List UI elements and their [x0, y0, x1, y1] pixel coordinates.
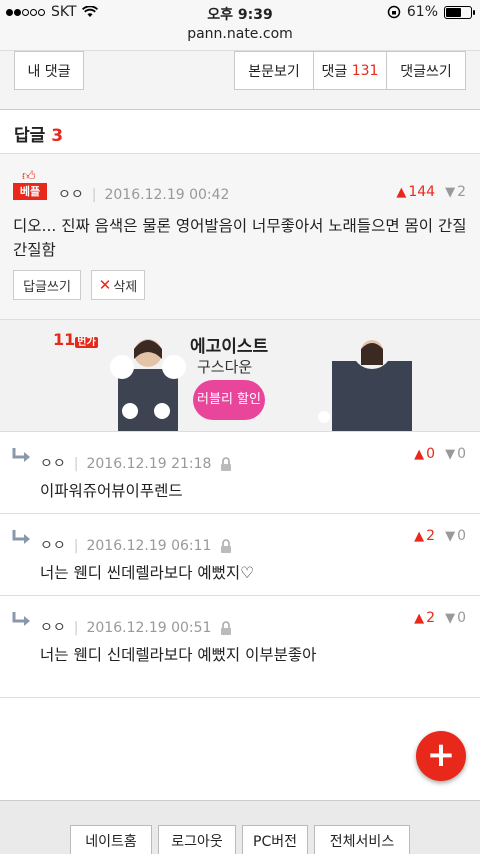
replies-heading-label: 답글	[14, 126, 46, 146]
downvote-count: 2	[457, 184, 466, 200]
downvote-button[interactable]: ▼ 2	[445, 184, 466, 200]
comment-date: 2016.12.19 00:42	[104, 187, 230, 203]
thumbs-down-icon: ▼	[445, 529, 456, 544]
reply-item: ㅇㅇ | 2016.12.19 06:11 ▲ 2 ▼ 0 너는 웬디 씬데렐라보다 예…	[0, 514, 480, 596]
replies-count: 3	[51, 126, 64, 146]
battery-icon	[444, 5, 475, 19]
reply-votes: ▲ 2 ▼ 0	[414, 610, 466, 626]
write-reply-button[interactable]: 답글쓰기	[13, 270, 81, 300]
address-bar[interactable]: pann.nate.com	[0, 26, 480, 50]
thumbs-up-icon: ▲	[414, 447, 425, 462]
comments-button[interactable]: 댓글 131	[313, 51, 387, 90]
comments-label: 댓글	[321, 63, 348, 80]
ad-promo: 러블리 할인	[193, 380, 265, 420]
downvote-button[interactable]: ▼ 0	[445, 610, 466, 626]
lock-icon	[220, 620, 231, 635]
reply-text: 이파워쥬어뷰이푸렌드	[40, 482, 183, 500]
reply-arrow-icon	[12, 448, 30, 462]
meta-divider: |	[73, 538, 79, 554]
delete-button[interactable]: ✕ 삭제	[91, 270, 145, 300]
upvote-button[interactable]: ▲ 0	[414, 446, 435, 462]
reply-meta: ㅇㅇ | 2016.12.19 06:11	[40, 535, 232, 555]
rotation-lock-icon	[387, 5, 401, 19]
ad-logo-sub: 번가	[75, 337, 98, 348]
best-comment: 👍︎ 베플 ㅇㅇ | 2016.12.19 00:42 ▲ 144 ▼ 2 디오... …	[0, 154, 480, 320]
status-bar: SKT 오후 9:39 61%	[0, 0, 480, 26]
downvote-count: 0	[457, 610, 466, 626]
reply-votes: ▲ 2 ▼ 0	[414, 528, 466, 544]
best-badge-label: 베플	[13, 183, 47, 200]
reply-arrow-icon	[12, 530, 30, 544]
comment-text: 디오... 진짜 음색은 물론 영어발음이 너무좋아서 노래들으면 몸이 간질간…	[13, 217, 467, 259]
comment-toolbar: 내 댓글 본문보기 댓글 131 댓글쓰기	[0, 50, 480, 110]
comments-count: 131	[351, 62, 379, 79]
replies-heading: 답글 3	[0, 110, 480, 154]
downvote-button[interactable]: ▼ 0	[445, 528, 466, 544]
battery-fill	[446, 7, 461, 17]
thumbs-up-icon: 👍︎	[22, 169, 36, 184]
reply-date: 2016.12.19 21:18	[86, 456, 212, 472]
upvote-count: 2	[426, 528, 436, 544]
write-fab-button[interactable]: +	[416, 731, 466, 781]
downvote-count: 0	[457, 446, 466, 462]
footer: 네이트홈 로그아웃 PC버전 전체서비스	[0, 800, 480, 854]
reply-author: ㅇㅇ	[40, 456, 66, 472]
upvote-count: 0	[426, 446, 436, 462]
ad-product: 구스다운	[197, 358, 253, 376]
lock-icon	[220, 538, 231, 553]
reply-author: ㅇㅇ	[40, 620, 66, 636]
view-post-button[interactable]: 본문보기	[234, 51, 314, 90]
reply-meta: ㅇㅇ | 2016.12.19 00:51	[40, 617, 232, 637]
meta-divider: |	[73, 456, 79, 472]
thumbs-down-icon: ▼	[445, 447, 456, 462]
delete-label: 삭제	[113, 279, 138, 295]
upvote-count: 144	[408, 184, 436, 200]
footer-pc-version-button[interactable]: PC버전	[242, 825, 308, 854]
footer-logout-button[interactable]: 로그아웃	[158, 825, 236, 854]
ad-logo-number: 11	[53, 330, 76, 349]
ad-model-image	[318, 331, 412, 431]
ad-model-image	[110, 339, 186, 431]
status-right: 61%	[387, 4, 475, 20]
downvote-count: 0	[457, 528, 466, 544]
my-comments-button[interactable]: 내 댓글	[14, 51, 84, 90]
meta-divider: |	[91, 187, 97, 203]
meta-divider: |	[73, 620, 79, 636]
thumbs-down-icon: ▼	[445, 611, 456, 626]
comment-votes: ▲ 144 ▼ 2	[396, 184, 466, 200]
thumbs-up-icon: ▲	[414, 611, 425, 626]
reply-text: 너는 웬디 신데렐라보다 예뻤지 이부분좋아	[40, 646, 317, 664]
reply-votes: ▲ 0 ▼ 0	[414, 446, 466, 462]
battery-percent: 61%	[406, 4, 438, 20]
comment-meta: ㅇㅇ | 2016.12.19 00:42	[58, 184, 229, 204]
ad-brand: 에고이스트	[190, 337, 269, 357]
reply-date: 2016.12.19 06:11	[86, 538, 212, 554]
reply-item: ㅇㅇ | 2016.12.19 00:51 ▲ 2 ▼ 0 너는 웬디 신데렐라보다 예…	[0, 596, 480, 698]
downvote-button[interactable]: ▼ 0	[445, 446, 466, 462]
reply-text: 너는 웬디 씬데렐라보다 예뻤지♡	[40, 564, 255, 582]
footer-home-button[interactable]: 네이트홈	[70, 825, 152, 854]
footer-all-services-button[interactable]: 전체서비스	[314, 825, 410, 854]
thumbs-up-icon: ▲	[414, 529, 425, 544]
upvote-count: 2	[426, 610, 436, 626]
reply-arrow-icon	[12, 612, 30, 626]
upvote-button[interactable]: ▲ 2	[414, 528, 435, 544]
reply-meta: ㅇㅇ | 2016.12.19 21:18	[40, 453, 232, 473]
upvote-button[interactable]: ▲ 144	[396, 184, 435, 200]
best-badge: 👍︎ 베플	[13, 170, 47, 200]
upvote-button[interactable]: ▲ 2	[414, 610, 435, 626]
ad-logo: 11 번가	[53, 330, 98, 349]
thumbs-down-icon: ▼	[445, 185, 456, 200]
comment-author: ㅇㅇ	[58, 187, 84, 203]
ad-banner[interactable]: 11 번가 에고이스트 구스다운 러블리 할인	[0, 320, 480, 432]
reply-item: ㅇㅇ | 2016.12.19 21:18 ▲ 0 ▼ 0 이파워쥬어뷰이푸렌드	[0, 432, 480, 514]
lock-icon	[220, 456, 231, 471]
close-icon: ✕	[98, 276, 112, 294]
reply-date: 2016.12.19 00:51	[86, 620, 212, 636]
reply-author: ㅇㅇ	[40, 538, 66, 554]
thumbs-up-icon: ▲	[396, 185, 407, 200]
write-comment-button[interactable]: 댓글쓰기	[386, 51, 466, 90]
